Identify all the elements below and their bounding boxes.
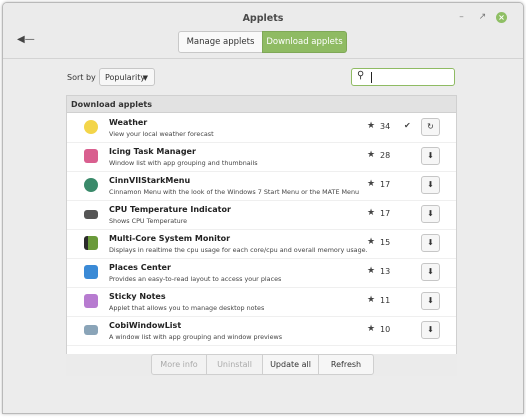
chevron-down-icon: ▼ [142,74,148,82]
applet-desc: Displays in realtime the cpu usage for e… [109,246,368,254]
applet-score: 28 [380,151,391,160]
applet-desc: Applet that allows you to manage desktop… [109,304,265,312]
applet-name: CinnVIIStarkMenu [109,176,191,185]
close-icon[interactable]: × [496,12,507,23]
applets-window: Applets – ↗ × ◀— Manage applets Download… [2,2,524,414]
search-input[interactable] [370,70,450,84]
list-item[interactable]: CobiWindowList A window list with app gr… [67,316,456,346]
applet-score: 34 [380,122,391,131]
tab-manage-applets[interactable]: Manage applets [178,31,263,53]
applet-desc: View your local weather forecast [109,130,214,138]
system-monitor-icon [84,236,98,250]
applet-desc: Provides an easy-to-read layout to acces… [109,275,282,283]
text-cursor [371,72,372,83]
sticky-notes-icon [84,294,98,308]
download-icon[interactable]: ⬇ [421,176,440,194]
window-list-icon [84,325,98,335]
star-icon: ★ [367,266,376,276]
applet-name: Sticky Notes [109,292,166,301]
applet-score: 13 [380,267,391,276]
applet-score: 11 [380,296,391,305]
sort-select[interactable]: Popularity ▼ [99,68,155,86]
maximize-icon[interactable]: ↗ [477,12,488,23]
uninstall-button[interactable]: Uninstall [206,354,263,375]
applet-name: CobiWindowList [109,321,182,330]
applet-name: CPU Temperature Indicator [109,205,231,214]
list-item[interactable]: Places Center Provides an easy-to-read l… [67,258,456,288]
sort-value: Popularity [105,73,146,82]
list-item[interactable]: CinnVIIStarkMenu Cinnamon Menu with the … [67,171,456,201]
refresh-icon[interactable]: ↻ [421,118,440,136]
star-icon: ★ [367,121,376,131]
applet-score: 17 [380,209,391,218]
refresh-button[interactable]: Refresh [318,354,374,375]
applet-name: Places Center [109,263,171,272]
search-field[interactable]: ⚲ [351,68,455,86]
applet-list[interactable]: Weather View your local weather forecast… [66,112,457,355]
star-icon: ★ [367,295,376,305]
download-icon[interactable]: ⬇ [421,234,440,252]
star-icon: ★ [367,179,376,189]
installed-check-icon: ✔ [404,121,411,130]
cinnvii-menu-icon [84,178,98,192]
applet-name: Weather [109,118,148,127]
list-header: Download applets [66,95,457,112]
titlebar: Applets – ↗ × ◀— Manage applets Download… [3,3,523,59]
applet-desc: Shows CPU Temperature [109,217,188,225]
places-folder-icon [84,265,98,279]
tab-download-applets[interactable]: Download applets [262,31,347,53]
star-icon: ★ [367,324,376,334]
weather-icon [84,120,98,134]
download-icon[interactable]: ⬇ [421,205,440,223]
list-item[interactable]: CPU Temperature Indicator Shows CPU Temp… [67,200,456,230]
list-item[interactable]: Icing Task Manager Window list with app … [67,142,456,172]
back-arrow-icon[interactable]: ◀— [17,34,35,45]
action-buttons: More info Uninstall Update all Refresh [151,354,374,376]
star-icon: ★ [367,150,376,160]
list-item[interactable]: Sticky Notes Applet that allows you to m… [67,287,456,317]
download-icon[interactable]: ⬇ [421,263,440,281]
applet-desc: Cinnamon Menu with the look of the Windo… [109,188,360,196]
applet-desc: Window list with app grouping and thumbn… [109,159,258,167]
more-info-button[interactable]: More info [151,354,207,375]
cpu-temperature-icon [84,210,98,219]
download-icon[interactable]: ⬇ [421,147,440,165]
list-item[interactable]: Weather View your local weather forecast… [67,113,456,143]
applet-name: Icing Task Manager [109,147,196,156]
minimize-icon[interactable]: – [456,12,467,23]
star-icon: ★ [367,208,376,218]
update-all-button[interactable]: Update all [262,354,319,375]
list-item[interactable]: Multi-Core System Monitor Displays in re… [67,229,456,259]
download-icon[interactable]: ⬇ [421,292,440,310]
applet-score: 15 [380,238,391,247]
download-icon[interactable]: ⬇ [421,321,440,339]
applet-score: 17 [380,180,391,189]
sort-label: Sort by [67,73,96,82]
icing-task-manager-icon [84,149,98,163]
applet-score: 10 [380,325,391,334]
window-title: Applets [242,13,284,24]
search-icon: ⚲ [357,70,365,81]
applet-desc: A window list with app grouping and wind… [109,333,283,341]
star-icon: ★ [367,237,376,247]
applet-name: Multi-Core System Monitor [109,234,231,243]
